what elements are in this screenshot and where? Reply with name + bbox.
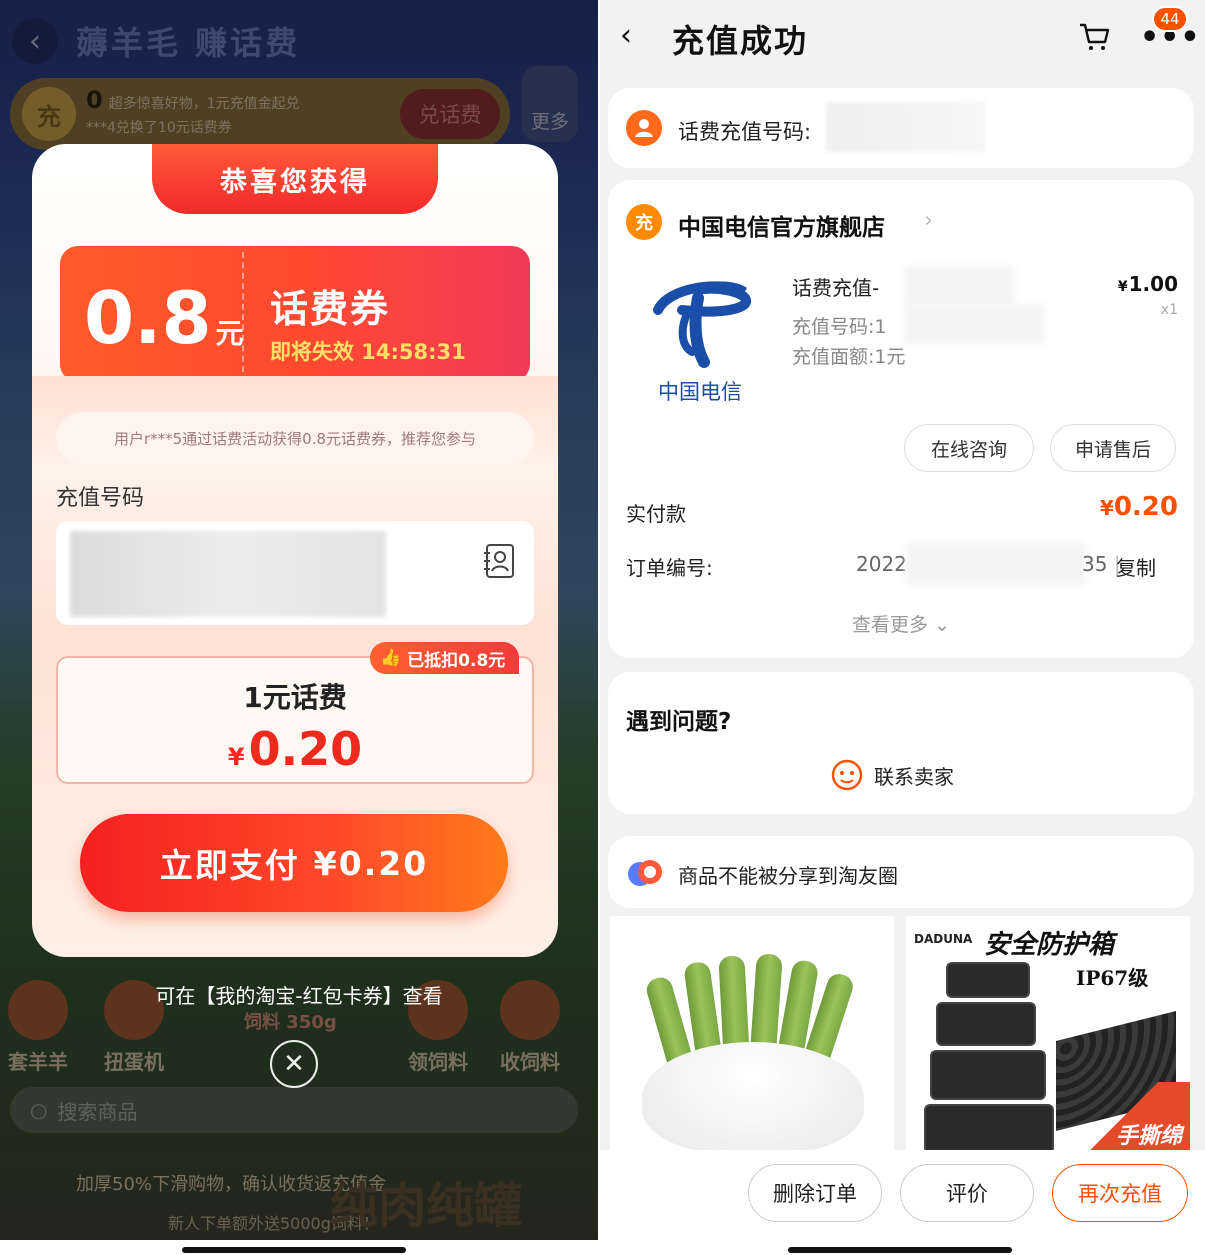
close-icon[interactable]: ✕: [270, 1040, 318, 1088]
product-price: ¥1.00: [1117, 272, 1178, 296]
case-image: [936, 1002, 1036, 1046]
telecom-logo-icon: [653, 281, 751, 368]
price-value: 0.20: [248, 722, 363, 776]
cart-icon[interactable]: [1078, 22, 1110, 52]
blur-mask: [904, 304, 1044, 344]
corner-ribbon: 手撕绵: [1090, 1082, 1190, 1152]
coupon-card: 0.8 元 话费券 即将失效 14:58:31: [60, 246, 530, 382]
order-number-suffix: 35 |: [1082, 552, 1121, 576]
back-icon[interactable]: ‹: [620, 18, 632, 53]
product-face-value: 充值面额:1元: [792, 346, 906, 368]
chevron-down-icon: ⌄: [934, 614, 950, 636]
help-card: 遇到问题? 联系卖家: [608, 672, 1194, 814]
case-image: [946, 962, 1030, 998]
case-image: [930, 1050, 1046, 1100]
china-telecom-logo: 中国电信: [636, 272, 764, 412]
copy-button[interactable]: 复制: [1116, 552, 1156, 581]
logo-caption: 中国电信: [658, 380, 742, 404]
number-label: 充值号码: [56, 486, 145, 511]
home-indicator: [182, 1247, 406, 1253]
taoyou-circle-icon: [628, 860, 662, 886]
problem-title: 遇到问题?: [626, 709, 732, 735]
home-indicator: [788, 1247, 1012, 1253]
blurred-number: [826, 102, 986, 152]
recharge-number-label: 话费充值号码:: [678, 120, 812, 144]
coupon-hint: 可在【我的淘宝-红包卡券】查看: [155, 984, 443, 1008]
blur-mask: [904, 266, 1014, 306]
price-box: 1元话费 ¥0.20: [56, 656, 534, 784]
modal-header: 恭喜您获得: [152, 144, 438, 214]
pay-now-button[interactable]: 立即支付 ¥0.20: [80, 814, 508, 912]
delete-order-button[interactable]: 删除订单: [748, 1164, 882, 1222]
recharge-number-card: 话费充值号码:: [608, 88, 1194, 168]
chat-face-icon: [831, 759, 863, 791]
chevron-right-icon[interactable]: ›: [924, 208, 933, 233]
coupon-name: 话费券: [270, 287, 391, 331]
shop-name[interactable]: 中国电信官方旗舰店: [678, 208, 885, 242]
phone-number-input[interactable]: [56, 521, 534, 625]
paid-amount: ¥0.20: [1099, 492, 1178, 522]
recommended-product-snack[interactable]: [610, 916, 894, 1152]
product-title[interactable]: 话费充值-: [792, 272, 879, 301]
promo-text: 用户r***5通过话费活动获得0.8元话费券，推荐您参与: [56, 412, 534, 464]
product-number: 充值号码:1: [792, 316, 887, 338]
coupon-value: 0.8: [84, 276, 212, 360]
reward-modal: 恭喜您获得 0.8 元 话费券 即将失效 14:58:31 用户r***5通过话费…: [32, 144, 558, 957]
bottom-action-bar: 删除订单 评价 再次充值: [600, 1150, 1205, 1240]
page-title: 充值成功: [672, 22, 809, 60]
view-more-button[interactable]: 查看更多 ⌄: [608, 610, 1194, 637]
contact-seller-button[interactable]: 联系卖家: [830, 758, 954, 792]
case-brand: DADUNA: [914, 932, 973, 946]
contacts-icon[interactable]: [482, 543, 516, 579]
case-image: [924, 1104, 1054, 1152]
bowl: [642, 1042, 864, 1152]
order-card: 充 中国电信官方旗舰店 › 中国电信 话费充值- 充值号码:1 充值面额:1元 …: [608, 180, 1194, 658]
order-number-label: 订单编号:: [626, 556, 713, 580]
pay-amount: ¥0.20: [313, 843, 429, 883]
review-button[interactable]: 评价: [900, 1164, 1034, 1222]
share-notice-card: 商品不能被分享到淘友圈: [608, 836, 1194, 908]
coupon-divider: [242, 252, 244, 372]
currency: ¥: [227, 743, 245, 771]
paid-label: 实付款: [626, 502, 686, 526]
left-screenshot: ‹ 薅羊毛 赚话费 充 0 超多惊喜好物，1元充值金起兑 ***4兑换了10元话费…: [0, 0, 598, 1240]
product-title: 1元话费: [243, 681, 347, 714]
blurred-number: [70, 531, 386, 617]
shop-icon: 充: [626, 204, 662, 240]
nav-bar: ‹ 充值成功 ••• 44: [600, 0, 1205, 80]
coupon-expiry: 即将失效 14:58:31: [270, 340, 466, 364]
case-spec: IP67级: [1076, 966, 1149, 990]
right-screenshot: ‹ 充值成功 ••• 44 话费充值号码: 充 中国电信官方旗舰店 › 中国电信…: [600, 0, 1205, 1240]
coupon-unit: 元: [215, 317, 244, 350]
deduct-tag: 👍 已抵扣0.8元: [370, 642, 520, 674]
recharge-again-button[interactable]: 再次充值: [1052, 1164, 1188, 1222]
share-notice-text: 商品不能被分享到淘友圈: [678, 864, 898, 888]
case-title: 安全防护箱: [984, 930, 1115, 960]
thumbs-up-icon: 👍: [380, 648, 402, 668]
product-qty: x1: [1160, 302, 1178, 318]
recommended-product-case[interactable]: DADUNA 安全防护箱 IP67级 手撕绵: [906, 916, 1190, 1152]
order-number-prefix: 2022: [856, 552, 907, 576]
after-sale-button[interactable]: 申请售后: [1050, 424, 1176, 472]
online-consult-button[interactable]: 在线咨询: [904, 424, 1034, 472]
blur-mask: [906, 542, 1086, 586]
message-badge: 44: [1152, 6, 1188, 32]
person-icon: [626, 110, 662, 146]
